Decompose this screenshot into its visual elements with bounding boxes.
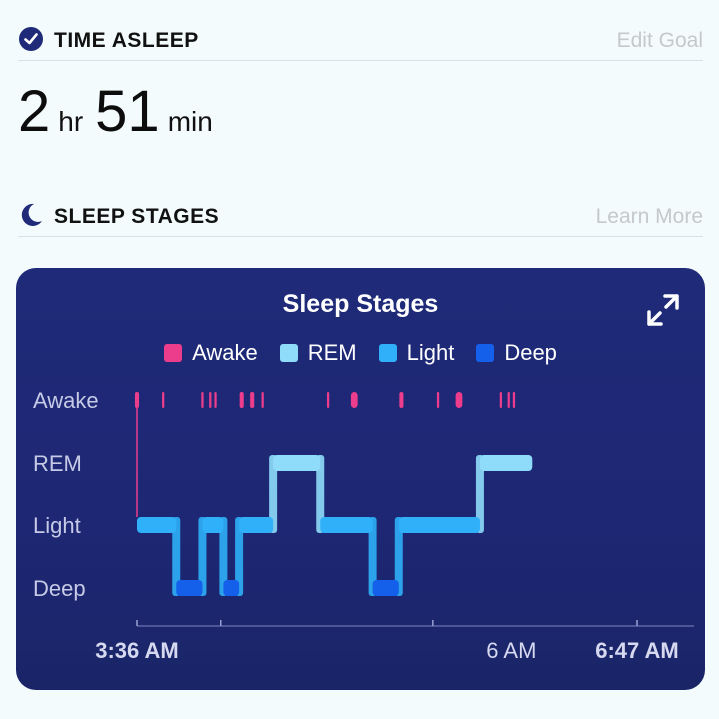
stage-segment-deep: [176, 580, 203, 596]
awake-mark: [455, 392, 463, 408]
legend-item-light[interactable]: Light: [378, 340, 455, 366]
stage-segment-light: [202, 517, 224, 533]
awake-mark: [201, 392, 204, 408]
stage-segment-rem: [273, 455, 321, 471]
stage-segment-deep: [372, 580, 399, 596]
edit-goal-link[interactable]: Edit Goal: [617, 29, 703, 53]
x-tick-label-1: 6 AM: [486, 638, 536, 663]
awake-mark: [512, 392, 516, 408]
awake-mark: [250, 392, 255, 408]
hours-value: 2: [18, 79, 51, 144]
stage-segment-light: [239, 517, 274, 533]
stage-segment-light: [320, 517, 373, 533]
sleep-stages-chart: Awake REM Light Deep 3:36 AM 6 AM 6:47 AM: [33, 388, 694, 663]
x-tick-label-2: 6:47 AM: [595, 638, 679, 663]
legend-swatch-light: [378, 344, 397, 362]
y-axis-label-awake: Awake: [33, 388, 99, 413]
stage-segment-deep: [223, 580, 240, 596]
legend-label-awake: Awake: [192, 340, 258, 365]
hours-unit: hr: [58, 106, 84, 137]
legend-item-rem[interactable]: REM: [279, 340, 357, 366]
y-axis-label-light: Light: [33, 513, 81, 538]
awake-mark: [239, 392, 244, 408]
awake-mark: [436, 392, 440, 408]
time-asleep-title: TIME ASLEEP: [54, 29, 199, 52]
awake-mark: [214, 392, 217, 408]
awake-mark: [507, 392, 510, 408]
legend-swatch-deep: [476, 344, 495, 362]
sleep-stages-title: SLEEP STAGES: [54, 205, 220, 228]
y-axis-label-deep: Deep: [33, 576, 86, 601]
stage-segment-light: [137, 517, 177, 533]
time-asleep-value: 2 hr 51 min: [18, 78, 225, 145]
legend-label-light: Light: [406, 340, 455, 365]
expand-arrows-icon[interactable]: [645, 292, 681, 328]
minutes-value: 51: [95, 79, 160, 144]
sleep-stages-card: Awake REM Light Deep 3:36 AM 6 AM 6:47 AM Slee…: [16, 268, 705, 690]
legend-swatch-rem: [279, 344, 298, 362]
minutes-unit: min: [167, 106, 213, 137]
awake-mark: [261, 392, 264, 408]
time-asleep-header: TIME ASLEEP Edit Goal: [18, 22, 703, 61]
legend-label-deep: Deep: [504, 340, 557, 365]
legend-label-rem: REM: [307, 340, 357, 365]
chart-title: Sleep Stages: [282, 290, 439, 318]
awake-mark: [162, 392, 165, 408]
sleep-stages-header: SLEEP STAGES Learn More: [18, 198, 703, 237]
learn-more-link[interactable]: Learn More: [596, 205, 703, 229]
awake-mark: [350, 392, 358, 408]
awake-mark: [134, 392, 140, 408]
chart-legend: Awake REM Light Deep: [16, 340, 705, 366]
x-tick-label-0: 3:36 AM: [95, 638, 179, 663]
stage-segment-light: [398, 517, 480, 533]
awake-mark: [499, 392, 503, 408]
awake-mark: [209, 392, 212, 408]
y-axis-label-rem: REM: [33, 451, 82, 476]
moon-icon: [18, 202, 44, 233]
legend-swatch-awake: [164, 344, 183, 362]
legend-item-deep[interactable]: Deep: [476, 340, 557, 366]
legend-item-awake[interactable]: Awake: [164, 340, 258, 366]
awake-mark: [326, 392, 330, 408]
awake-mark: [399, 392, 404, 408]
stage-segment-rem: [479, 455, 533, 471]
clock-check-icon: [18, 26, 44, 57]
